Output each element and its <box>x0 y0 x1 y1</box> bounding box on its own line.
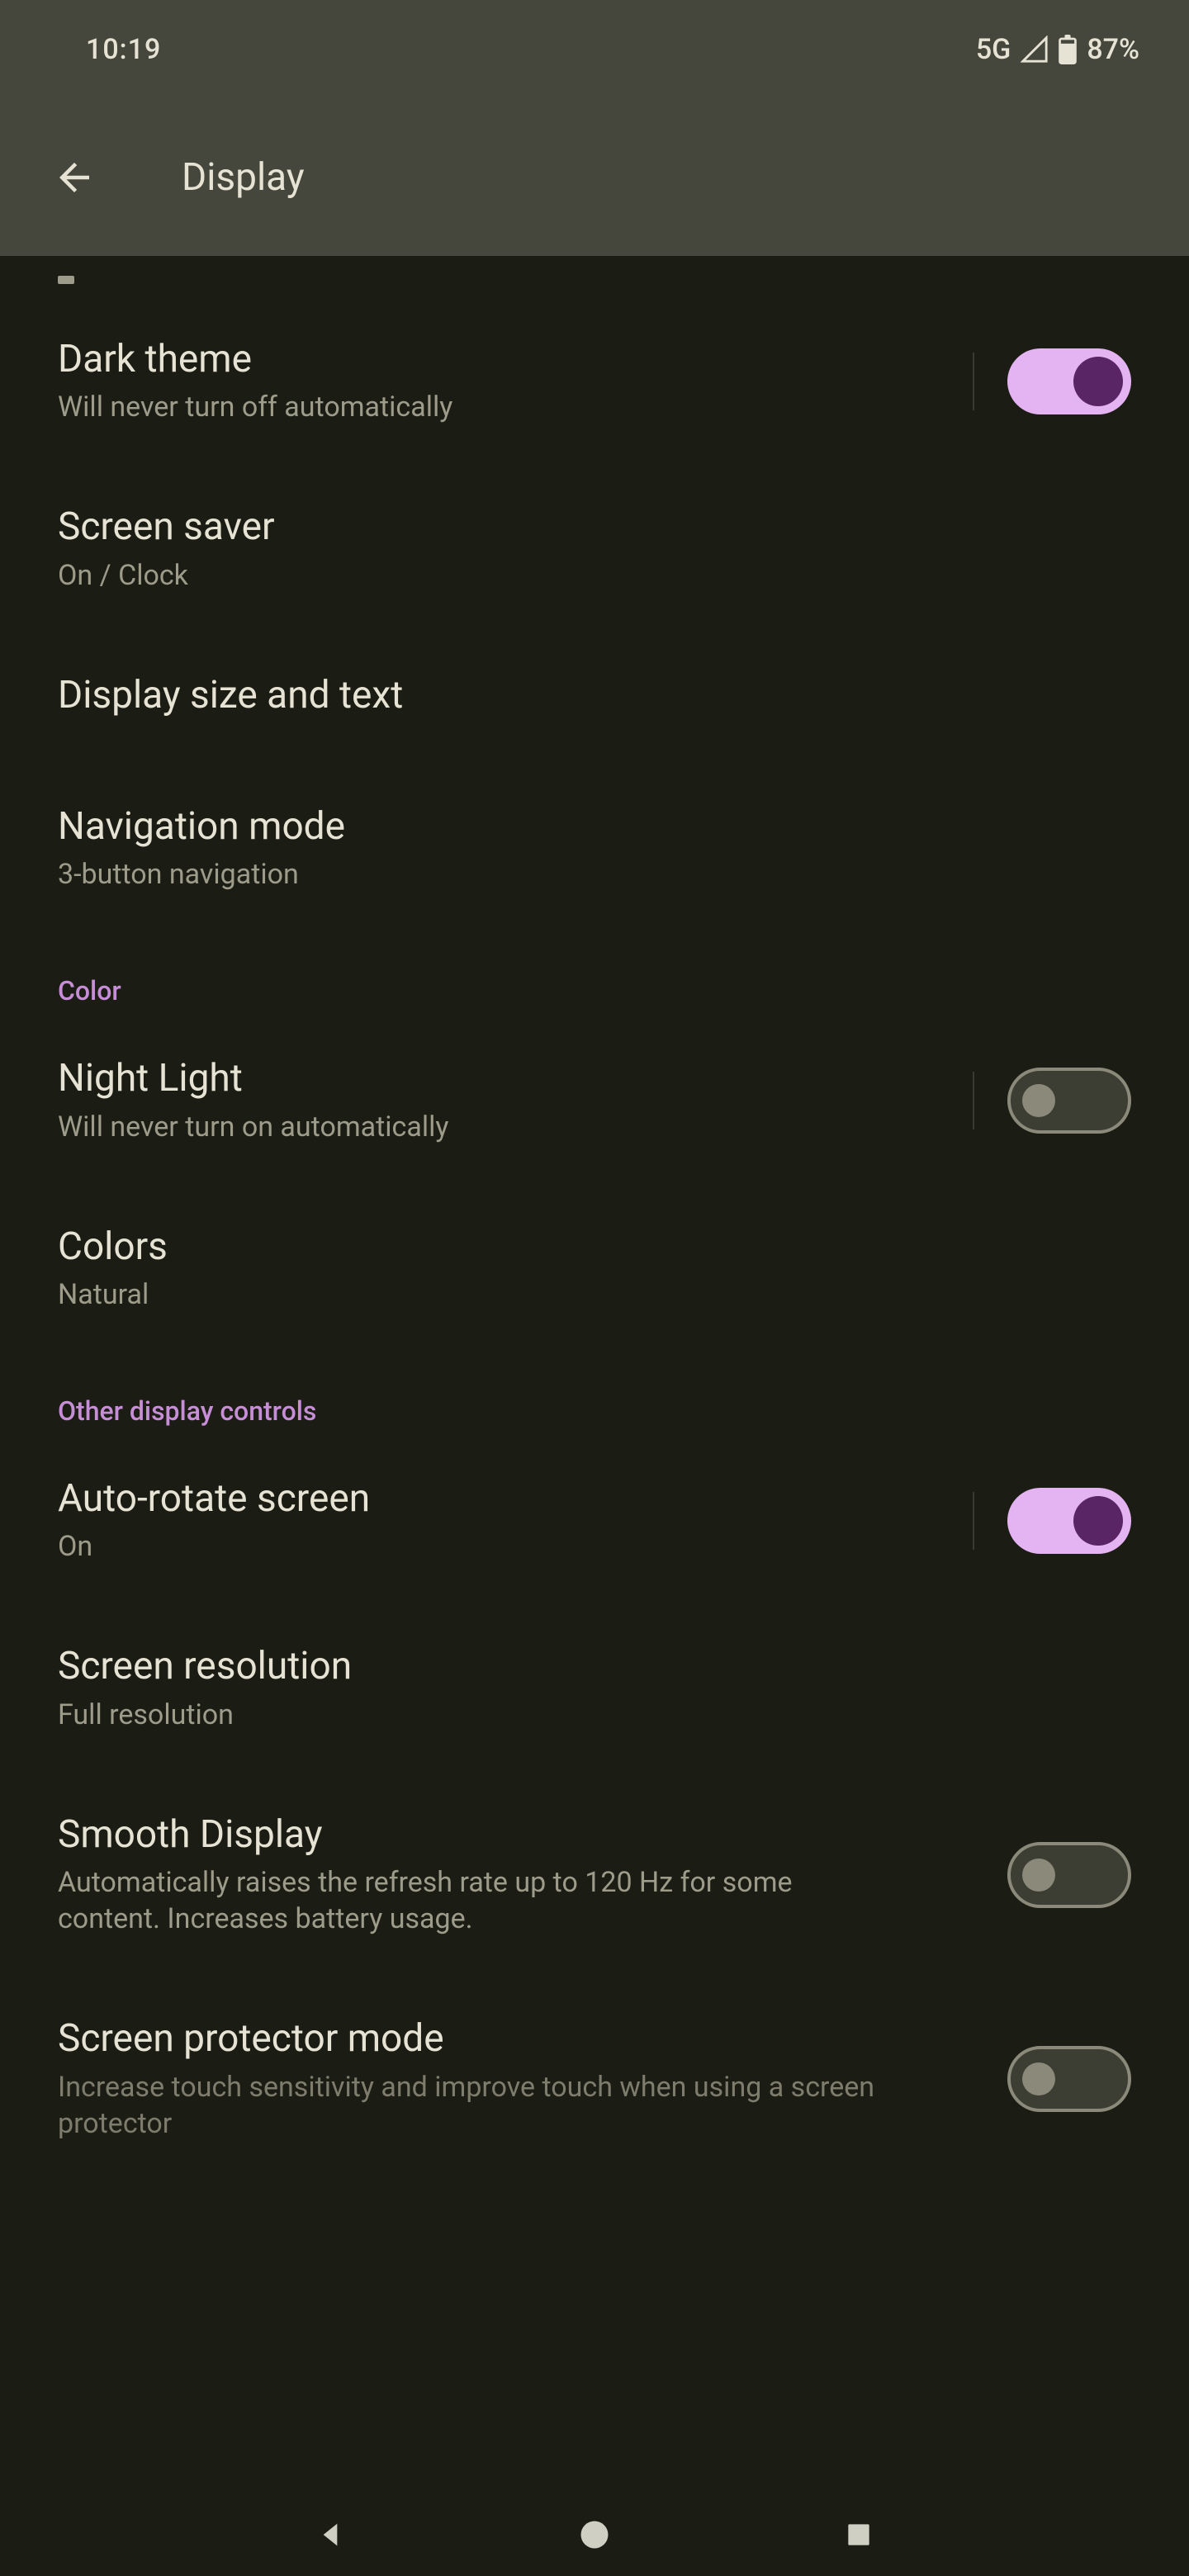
setting-auto-rotate[interactable]: Auto-rotate screen On <box>0 1437 1189 1604</box>
setting-title: Screen resolution <box>58 1644 1131 1689</box>
setting-subtitle: Natural <box>58 1276 1131 1313</box>
app-bar: Display <box>0 99 1189 256</box>
setting-night-light[interactable]: Night Light Will never turn on automatic… <box>0 1016 1189 1184</box>
setting-display-size-text[interactable]: Display size and text <box>0 633 1189 765</box>
triangle-back-icon <box>314 2518 347 2551</box>
circle-home-icon <box>576 2517 613 2553</box>
setting-subtitle: Increase touch sensitivity and improve t… <box>58 2069 900 2142</box>
setting-dark-theme[interactable]: Dark theme Will never turn off automatic… <box>0 297 1189 465</box>
nav-recent-button[interactable] <box>838 2514 879 2555</box>
status-battery: 87% <box>1087 33 1139 66</box>
setting-title: Smooth Display <box>58 1812 900 1858</box>
signal-icon <box>1021 36 1049 64</box>
setting-title: Dark theme <box>58 337 948 382</box>
settings-list: Dark theme Will never turn off automatic… <box>0 256 1189 2181</box>
status-network: 5G <box>976 33 1011 66</box>
divider <box>973 353 974 410</box>
setting-subtitle: Will never turn on automatically <box>58 1109 948 1145</box>
setting-title: Night Light <box>58 1056 948 1101</box>
status-right: 5G 87% <box>976 33 1139 66</box>
section-header-other: Other display controls <box>0 1352 1189 1437</box>
nav-home-button[interactable] <box>574 2514 615 2555</box>
setting-colors[interactable]: Colors Natural <box>0 1185 1189 1352</box>
setting-title: Screen saver <box>58 504 1131 550</box>
auto-rotate-toggle[interactable] <box>1007 1488 1131 1554</box>
setting-subtitle: Automatically raises the refresh rate up… <box>58 1864 900 1937</box>
night-light-toggle[interactable] <box>1007 1068 1131 1134</box>
setting-smooth-display[interactable]: Smooth Display Automatically raises the … <box>0 1773 1189 1977</box>
partial-previous-row <box>0 256 1189 297</box>
setting-title: Auto-rotate screen <box>58 1476 948 1522</box>
smooth-display-toggle[interactable] <box>1007 1842 1131 1908</box>
setting-screen-resolution[interactable]: Screen resolution Full resolution <box>0 1604 1189 1772</box>
nav-back-button[interactable] <box>310 2514 351 2555</box>
status-time: 10:19 <box>86 33 161 66</box>
setting-title: Screen protector mode <box>58 2016 900 2062</box>
page-title: Display <box>182 155 305 200</box>
screen-protector-toggle[interactable] <box>1007 2046 1131 2112</box>
setting-title: Navigation mode <box>58 804 1131 850</box>
battery-icon <box>1059 35 1077 64</box>
arrow-left-icon <box>52 155 97 200</box>
square-recent-icon <box>843 2519 874 2550</box>
section-header-color: Color <box>0 932 1189 1016</box>
setting-subtitle: On / Clock <box>58 557 1131 594</box>
setting-screen-protector[interactable]: Screen protector mode Increase touch sen… <box>0 1977 1189 2181</box>
status-bar: 10:19 5G 87% <box>0 0 1189 99</box>
setting-subtitle: Will never turn off automatically <box>58 389 948 425</box>
setting-title: Display size and text <box>58 673 1131 718</box>
setting-subtitle: On <box>58 1528 948 1565</box>
dark-theme-toggle[interactable] <box>1007 348 1131 414</box>
setting-title: Colors <box>58 1224 1131 1270</box>
divider <box>973 1072 974 1129</box>
setting-subtitle: 3-button navigation <box>58 856 1131 893</box>
system-nav-bar <box>0 2493 1189 2576</box>
setting-screen-saver[interactable]: Screen saver On / Clock <box>0 465 1189 632</box>
setting-navigation-mode[interactable]: Navigation mode 3-button navigation <box>0 765 1189 932</box>
setting-subtitle: Full resolution <box>58 1697 1131 1733</box>
divider <box>973 1492 974 1550</box>
back-button[interactable] <box>50 153 99 202</box>
